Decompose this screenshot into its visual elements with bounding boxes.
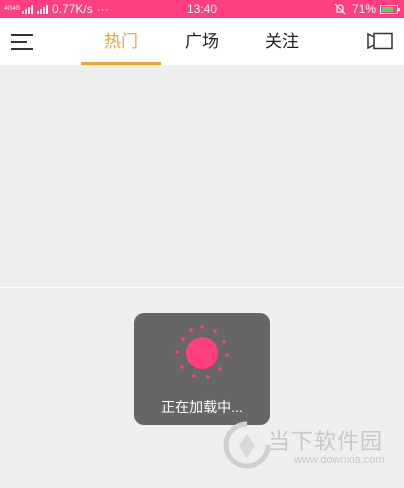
content-divider — [0, 287, 404, 288]
tab-follow[interactable]: 关注 — [246, 18, 318, 65]
status-bar: 4G4G 0.77K/s ··· 13:40 71% — [0, 0, 404, 18]
loading-spinner-icon — [175, 325, 229, 379]
camera-icon[interactable] — [366, 32, 394, 50]
tab-square[interactable]: 广场 — [166, 18, 238, 65]
watermark-logo-icon — [223, 421, 271, 469]
battery-percent: 71% — [351, 2, 376, 16]
watermark-url: www.downxia.com — [294, 454, 385, 466]
mute-icon — [334, 3, 346, 15]
watermark: 当下软件园 www.downxia.com — [222, 420, 392, 480]
loading-toast: 正在加载中... — [134, 313, 270, 425]
battery-icon — [380, 4, 400, 14]
loading-text: 正在加载中... — [161, 399, 243, 415]
top-nav-bar: 热门 广场 关注 — [0, 18, 404, 65]
battery-fill — [382, 6, 393, 12]
menu-icon[interactable] — [11, 33, 35, 51]
watermark-title: 当下软件园 — [268, 429, 384, 454]
status-right: 71% — [334, 0, 400, 18]
tab-hot[interactable]: 热门 — [81, 18, 161, 65]
active-tab-indicator — [81, 62, 161, 65]
